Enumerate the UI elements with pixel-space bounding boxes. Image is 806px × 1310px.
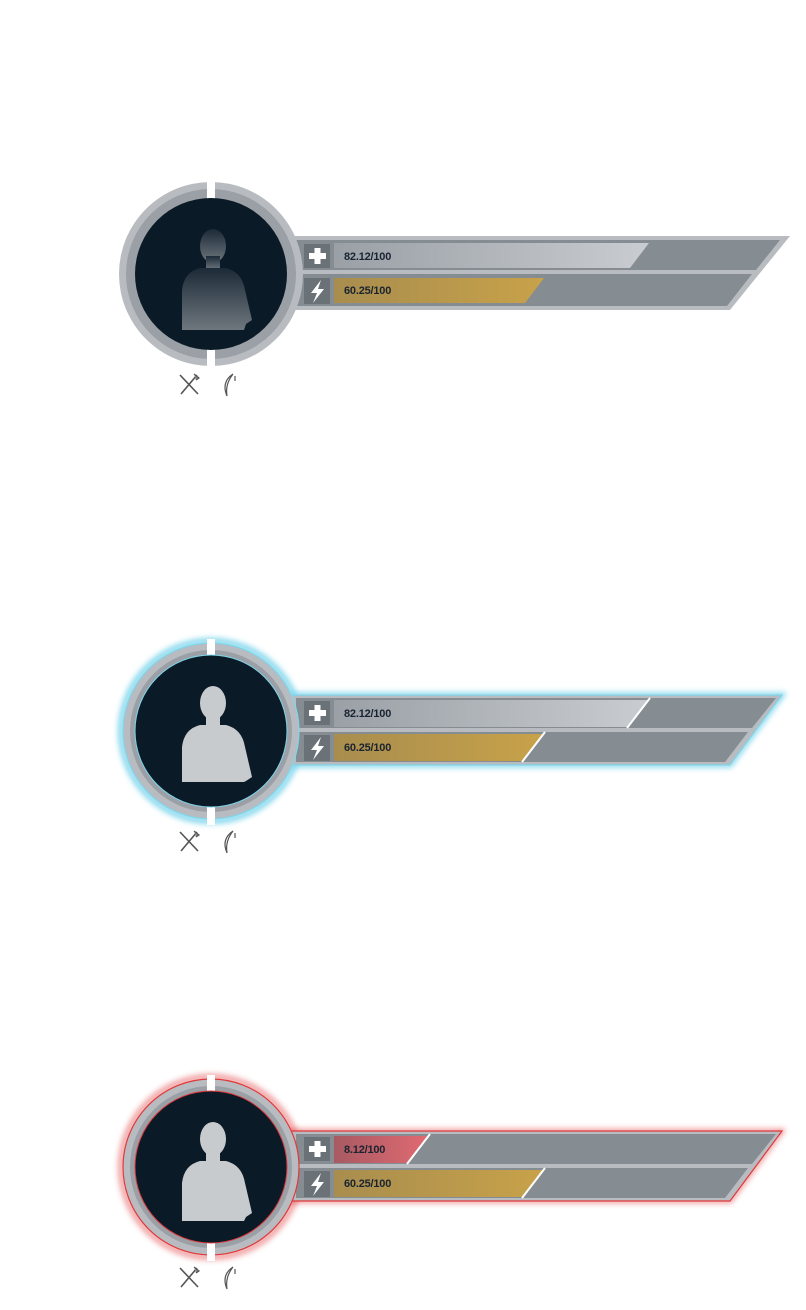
- crossed-tools-icon[interactable]: [176, 1265, 202, 1291]
- crossed-tools-icon[interactable]: [176, 829, 202, 855]
- hud-frame: [118, 1074, 786, 1261]
- energy-value: 60.25/100: [344, 285, 392, 297]
- energy-value: 60.25/100: [344, 1178, 392, 1190]
- crescent-moon-icon[interactable]: [219, 1265, 245, 1291]
- crescent-moon-icon[interactable]: [219, 829, 245, 855]
- crossed-tools-icon[interactable]: [176, 372, 202, 398]
- hud-frame: [119, 178, 790, 370]
- health-value: 82.12/100: [344, 251, 392, 263]
- player-hud-danger: 8.12/100 60.25/100: [0, 1053, 806, 1293]
- crescent-moon-icon[interactable]: [219, 372, 245, 398]
- energy-value: 60.25/100: [344, 742, 392, 754]
- health-value: 82.12/100: [344, 708, 392, 720]
- hud-frame: [118, 638, 787, 825]
- player-hud-normal: 82.12/100 60.25/100: [0, 160, 806, 400]
- player-hud-selected: 82.12/100 60.25/100: [0, 617, 806, 857]
- health-value: 8.12/100: [344, 1144, 386, 1156]
